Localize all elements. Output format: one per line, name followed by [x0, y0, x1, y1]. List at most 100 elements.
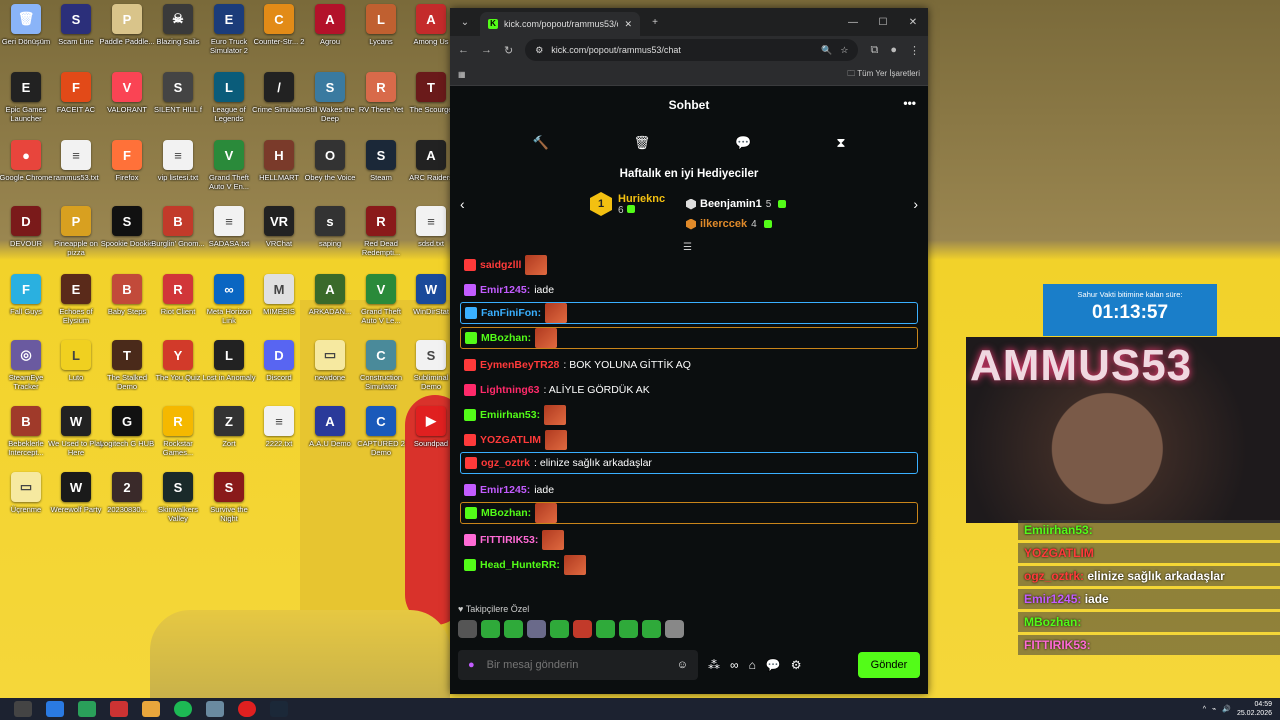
emote-3[interactable] [504, 620, 523, 638]
taskbar-chrome-icon[interactable] [142, 701, 160, 717]
desktop-icon[interactable]: S Scam Line [50, 4, 102, 70]
gifter-2-name[interactable]: Beenjamin1 [700, 198, 762, 210]
forward-icon[interactable]: → [481, 44, 492, 56]
infinity-icon[interactable]: ∞ [730, 658, 739, 672]
desktop-icon[interactable]: E Echoes of Elysium [50, 274, 102, 340]
emote-6[interactable] [573, 620, 592, 638]
volume-icon[interactable]: 🔊 [1222, 705, 1231, 713]
combo-icon[interactable]: ⁂ [708, 658, 720, 672]
desktop-icon[interactable]: P Paddle Paddle... [99, 4, 155, 70]
chat-username[interactable]: Lightning63 [480, 384, 540, 396]
chat-username[interactable]: MBozhan: [481, 507, 531, 519]
tab-close-icon[interactable]: ✕ [624, 19, 632, 30]
tab-list-icon[interactable]: ⌄ [450, 17, 480, 28]
desktop-icon[interactable]: F Firefox [101, 140, 153, 206]
send-button[interactable]: Gönder [858, 652, 920, 678]
desktop-icon[interactable]: A ARKADAN... [304, 274, 356, 340]
desktop-icon[interactable]: E Euro Truck Simulator 2 [203, 4, 255, 70]
desktop-icon[interactable]: / Crime Simulator [252, 72, 306, 138]
desktop-icon[interactable]: V Grand Theft Auto V En... [203, 140, 255, 206]
desktop-icon[interactable]: R Riot Client [152, 274, 204, 340]
desktop-icon[interactable]: D Discord [253, 340, 305, 406]
trash-icon[interactable]: 🗑 [634, 135, 651, 151]
desktop-icon[interactable]: S Skinwalkers Valley [152, 472, 204, 538]
steam-taskbar-icon[interactable] [270, 701, 288, 717]
chat-username[interactable]: FanFiniFon: [481, 307, 541, 319]
gifter-3-name[interactable]: ilkerccek [700, 218, 747, 230]
desktop-icon[interactable]: B Baby Steps [101, 274, 153, 340]
settings-gear-icon[interactable]: ⚙ [791, 658, 802, 672]
taskbar-app-2[interactable] [78, 701, 96, 717]
profile-icon[interactable]: ● [890, 44, 897, 56]
chat-username[interactable]: Emir1245: [480, 484, 530, 496]
desktop-icon[interactable]: M MIMESIS [253, 274, 305, 340]
desktop-icon[interactable]: C Construction Simulator [355, 340, 407, 406]
emote-5[interactable] [550, 620, 569, 638]
desktop-icon[interactable]: s saping [304, 206, 356, 272]
tray-chevron-icon[interactable]: ^ [1203, 706, 1206, 713]
chat-username[interactable]: EymenBeyTR28 [480, 359, 559, 371]
emote-7[interactable] [596, 620, 615, 638]
browser-tab[interactable]: K kick.com/popout/rammus53/chat ✕ [480, 12, 640, 36]
minimize-icon[interactable]: — [838, 17, 868, 28]
desktop-icon[interactable]: L League of Legends [203, 72, 255, 138]
close-window-icon[interactable]: ✕ [898, 17, 928, 28]
chevron-right-icon[interactable]: › [913, 196, 918, 212]
desktop-icon[interactable]: R RV There Yet [355, 72, 407, 138]
desktop-icon[interactable]: R Rockstar Games... [152, 406, 204, 472]
desktop-icon[interactable]: L Luto [50, 340, 102, 406]
desktop-icon[interactable]: Y The You Quiz [152, 340, 204, 406]
desktop-icon[interactable]: ≡ vip listesi.txt [152, 140, 204, 206]
desktop-icon[interactable]: ≡ 2222.txt [253, 406, 305, 472]
chat-bubble-icon[interactable]: 💬 [735, 135, 751, 151]
desktop-icon[interactable]: B Bebeklerle Intercept... [0, 406, 52, 472]
desktop-icon[interactable]: 🗑 Geri Dönüşüm [0, 4, 52, 70]
store-icon[interactable]: ⌂ [749, 658, 756, 672]
chat-username[interactable]: YOZGATLIM [480, 434, 541, 446]
desktop-icon[interactable]: S Still Wakes the Deep [304, 72, 356, 138]
hammer-icon[interactable]: 🔨 [532, 135, 548, 151]
desktop-icon[interactable]: D DEVOUR [0, 206, 52, 272]
chat-username[interactable]: MBozhan: [481, 332, 531, 344]
mic-icon[interactable]: ● [468, 659, 475, 671]
desktop-icon[interactable]: E Epic Games Launcher [0, 72, 52, 138]
desktop-icon[interactable]: ≡ SADASA.txt [203, 206, 255, 272]
desktop-icon[interactable]: O Obey the Voice [304, 140, 356, 206]
desktop-icon[interactable]: F Fall Guys [0, 274, 52, 340]
desktop-icon[interactable]: ≡ rammus53.txt [50, 140, 102, 206]
emote-1[interactable] [458, 620, 477, 638]
desktop-icon[interactable]: A Agrou [304, 4, 356, 70]
new-tab-icon[interactable]: + [640, 17, 670, 28]
desktop-icon[interactable]: A A.A.U Demo [304, 406, 356, 472]
desktop-icon[interactable]: S Survive the Night [203, 472, 255, 538]
desktop-icon[interactable]: ∞ Meta Horizon Link [203, 274, 255, 340]
emote-2[interactable] [481, 620, 500, 638]
url-field[interactable]: ⚙ kick.com/popout/rammus53/chat 🔍 ☆ [525, 39, 859, 61]
message-input[interactable] [486, 659, 665, 671]
emote-10[interactable] [665, 620, 684, 638]
clock[interactable]: 04:59 25.02.2026 [1237, 700, 1272, 718]
desktop-icon[interactable]: ☠ Blazing Sails [152, 4, 204, 70]
desktop-icon[interactable]: S Steam [355, 140, 407, 206]
all-bookmarks-folder[interactable]: 🗀 Tüm Yer İşaretleri [847, 68, 920, 82]
chat-username[interactable]: ogz_oztrk [481, 457, 530, 469]
chat-settings-bubble-icon[interactable]: 💬 [766, 658, 781, 672]
site-info-icon[interactable]: ⚙ [535, 45, 543, 56]
spotify-icon[interactable] [174, 701, 192, 717]
taskbar-app-1[interactable] [46, 701, 64, 717]
desktop-icon[interactable]: G Logitech G HUB [100, 406, 154, 472]
chat-username[interactable]: FITTIRIK53: [480, 534, 538, 546]
desktop-icon[interactable]: P Pineapple on pizza [50, 206, 102, 272]
bookmark-star-icon[interactable]: ☆ [840, 45, 848, 56]
emoji-icon[interactable]: ☺ [677, 659, 688, 671]
taskbar-app-7[interactable] [238, 701, 256, 717]
desktop-icon[interactable]: S SILENT HILL f [152, 72, 204, 138]
start-thumbnail[interactable] [14, 701, 32, 717]
desktop-icon[interactable]: R Red Dead Redempti... [355, 206, 407, 272]
desktop-icon[interactable]: C CAPTURED 2 Demo [355, 406, 407, 472]
desktop-icon[interactable]: T The Stalked Demo [101, 340, 153, 406]
back-icon[interactable]: ← [458, 44, 469, 56]
desktop-icon[interactable]: ● Google Chrome [0, 140, 52, 206]
emote-9[interactable] [642, 620, 661, 638]
chat-username[interactable]: saidgzlll [480, 259, 521, 271]
